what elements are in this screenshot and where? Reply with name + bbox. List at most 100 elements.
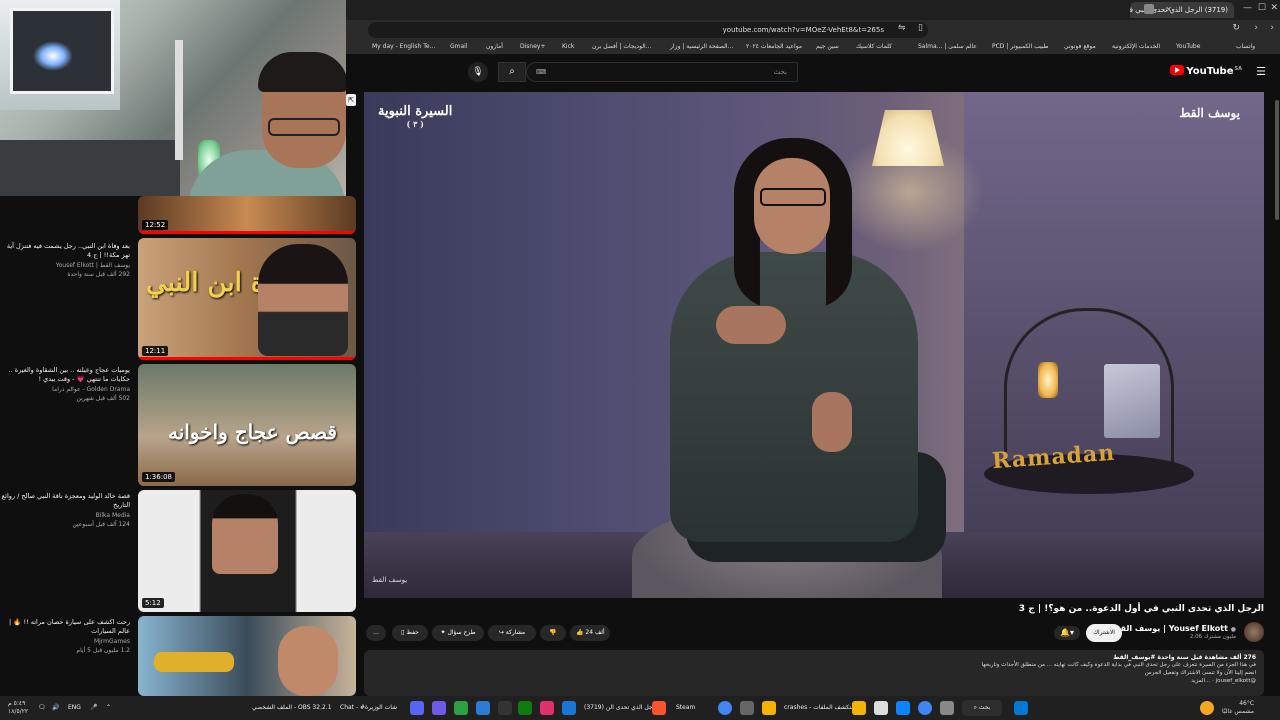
- recommendation-item[interactable]: وفاة ابن النبي 12:11 بعد وفاة ابن النبي.…: [0, 238, 358, 362]
- maximize-icon[interactable]: ☐: [1258, 3, 1266, 13]
- tab-close-icon[interactable]: ✕: [1165, 5, 1172, 14]
- recommendation-thumbnail[interactable]: 12:52: [138, 196, 356, 234]
- recommendation-item[interactable]: 5:12 قصة خالد الوليد ومعجزة ناقة النبي ص…: [0, 490, 358, 614]
- bookmark-item[interactable]: الصفحة الرئيسية | وزار...: [670, 43, 733, 50]
- recommendation-channel[interactable]: يوسف القط | Yousef Elkott: [0, 262, 130, 269]
- recommendation-title[interactable]: بعد وفاة ابن النبي.. رجل يشمت فيه فتنزل …: [0, 242, 130, 260]
- youtube-logo[interactable]: YouTubeSA: [1170, 65, 1242, 77]
- app-icon[interactable]: [476, 701, 490, 715]
- bookmark-item[interactable]: YouTube: [1176, 43, 1200, 50]
- discord-icon[interactable]: [410, 701, 424, 715]
- notification-bell-button[interactable]: 🔔▾: [1054, 626, 1080, 640]
- bookmark-item[interactable]: أمازون: [486, 43, 503, 50]
- channel-avatar[interactable]: [1244, 622, 1264, 642]
- volume-icon[interactable]: 🔊: [52, 696, 59, 720]
- page-scrollbar-thumb[interactable]: [1275, 100, 1279, 220]
- recommendation-item[interactable]: 12:52: [0, 196, 358, 236]
- forward-icon[interactable]: ›: [1254, 23, 1258, 33]
- recommendation-channel[interactable]: Bilka Media: [0, 512, 130, 519]
- voice-search-icon[interactable]: 🎙: [468, 62, 488, 82]
- minimize-icon[interactable]: —: [1243, 3, 1252, 13]
- bookmark-icon[interactable]: ▯: [918, 23, 923, 33]
- ask-button[interactable]: ✦ طرح سؤال: [432, 625, 484, 641]
- notification-icon[interactable]: 🗨: [38, 696, 46, 720]
- bookmark-item[interactable]: واتساب: [1236, 43, 1255, 50]
- more-actions-button[interactable]: ...: [366, 625, 386, 641]
- app-icon[interactable]: [874, 701, 888, 715]
- folder-icon[interactable]: [762, 701, 776, 715]
- bookmark-item[interactable]: موقع فوتوني: [1064, 43, 1096, 50]
- taskbar-steam[interactable]: Steam: [676, 696, 695, 720]
- like-button[interactable]: 👍 24 ألف: [570, 625, 610, 641]
- taskbar-browser-tab[interactable]: (3719) الرجل الذي تحدى الن: [584, 696, 659, 720]
- recommendation-thumbnail[interactable]: قصص عجاج واخوانه 1:36:08: [138, 364, 356, 486]
- bookmark-item[interactable]: كلمات كلاسيك: [856, 43, 892, 50]
- description-handle[interactable]: @jousef_elkott · ...المزيد: [372, 677, 1256, 685]
- video-description[interactable]: 276 ألف مشاهدة قبل سنة واحدة #يوسف_القط …: [364, 650, 1264, 696]
- subscribe-button[interactable]: الاشتراك: [1086, 624, 1122, 642]
- bookmark-item[interactable]: Kick: [562, 43, 574, 50]
- show-more-link[interactable]: ...المزيد: [1191, 678, 1210, 684]
- language-indicator[interactable]: ENG: [68, 696, 81, 720]
- task-view-icon[interactable]: [940, 701, 954, 715]
- taskbar-search[interactable]: ⌕ بحث: [962, 700, 1002, 716]
- bookmark-item[interactable]: سين جيم: [816, 43, 839, 50]
- brave-icon[interactable]: [652, 701, 666, 715]
- channel-handle-link[interactable]: @jousef_elkott: [1216, 678, 1256, 684]
- taskbar-obs[interactable]: الملف الشخصي - OBS 32.2.1: [252, 696, 332, 720]
- close-window-icon[interactable]: ✕: [1270, 3, 1278, 13]
- recommendation-thumbnail[interactable]: وفاة ابن النبي 12:11: [138, 238, 356, 360]
- recommendation-title[interactable]: قصة خالد الوليد ومعجزة ناقة النبي صالح /…: [0, 492, 130, 510]
- app-icon[interactable]: [540, 701, 554, 715]
- taskbar-explorer[interactable]: crashes - مستكشف الملفات: [784, 696, 860, 720]
- recommendation-channel[interactable]: MjrmGames: [0, 638, 130, 645]
- bookmark-item[interactable]: Disney+: [520, 43, 546, 50]
- chrome-icon[interactable]: [718, 701, 732, 715]
- app-icon[interactable]: [454, 701, 468, 715]
- app-icon[interactable]: [432, 701, 446, 715]
- tab-pin-icon[interactable]: [1144, 4, 1154, 14]
- address-bar[interactable]: youtube.com/watch?v=MOeZ-VehEt8&t=265s: [368, 22, 928, 38]
- recommendation-title[interactable]: يوميات عجاج وعيلته .. بين الشقاوة والغير…: [0, 366, 130, 384]
- channel-name[interactable]: يوسف القط | Yousef Elkott ●: [1112, 624, 1236, 633]
- keyboard-icon[interactable]: ⌨: [536, 68, 546, 76]
- bookmark-item[interactable]: Gmail: [450, 43, 468, 50]
- dislike-button[interactable]: 👎: [540, 625, 566, 641]
- recommendation-thumbnail[interactable]: 5:12: [138, 490, 356, 612]
- recommendation-channel[interactable]: Golden Drama - عوالم دراما: [0, 386, 130, 393]
- app-icon[interactable]: [896, 701, 910, 715]
- recommendation-item[interactable]: رحت اكشف على سيارة حصان مراته !! 🔥 | عال…: [0, 616, 358, 696]
- xbox-icon[interactable]: [518, 701, 532, 715]
- file-explorer-icon[interactable]: [852, 701, 866, 715]
- tray-overflow-icon[interactable]: ⌃: [106, 696, 111, 720]
- sidebar-toggle-icon[interactable]: ⇱: [346, 94, 356, 106]
- webcam-mic-stand: [175, 40, 183, 160]
- bookmark-item[interactable]: Salma... | عالم سلمى: [918, 43, 977, 50]
- taskbar-chat[interactable]: Chat - #شات الوزيرة: [340, 696, 397, 720]
- app-icon[interactable]: [740, 701, 754, 715]
- clock[interactable]: ٥:٤٩ م ١٨/٥/٢٢: [8, 700, 28, 716]
- back-icon[interactable]: ›: [1270, 23, 1274, 33]
- recommendation-title[interactable]: رحت اكشف على سيارة حصان مراته !! 🔥 | عال…: [0, 618, 130, 636]
- video-player[interactable]: Ramadan السيرة النبوية( ٣ ) يوسف القط يو…: [364, 92, 1264, 598]
- app-icon[interactable]: [562, 701, 576, 715]
- hamburger-menu-icon[interactable]: ☰: [1256, 65, 1266, 78]
- site-settings-icon[interactable]: ⇋: [898, 23, 906, 33]
- chrome-icon[interactable]: [918, 701, 932, 715]
- mic-tray-icon[interactable]: 🎤: [90, 696, 97, 720]
- recommendation-thumbnail[interactable]: [138, 616, 356, 696]
- bookmark-item[interactable]: الوديجات | أفضل برن...: [592, 43, 651, 50]
- recommendation-item[interactable]: قصص عجاج واخوانه 1:36:08 يوميات عجاج وعي…: [0, 364, 358, 488]
- save-button[interactable]: ▯ حفظ: [392, 625, 428, 641]
- bookmark-item[interactable]: PCD | طبيب الكمبيوتر: [992, 43, 1048, 50]
- app-icon[interactable]: [498, 701, 512, 715]
- bookmark-item[interactable]: My day - English Te...: [372, 43, 435, 50]
- start-icon[interactable]: [1014, 701, 1028, 715]
- share-button[interactable]: ↪ مشاركة: [488, 625, 536, 641]
- bookmark-item[interactable]: مواعيد الجامعات ٢٠٢٤: [746, 43, 802, 50]
- search-button[interactable]: ⌕: [498, 62, 526, 82]
- reload-icon[interactable]: ↻: [1232, 23, 1240, 33]
- weather-widget[interactable]: 46°C مشمس غالبًا: [1222, 700, 1254, 716]
- search-input[interactable]: بحث: [526, 62, 798, 82]
- bookmark-item[interactable]: الخدمات الإلكترونية: [1112, 43, 1160, 50]
